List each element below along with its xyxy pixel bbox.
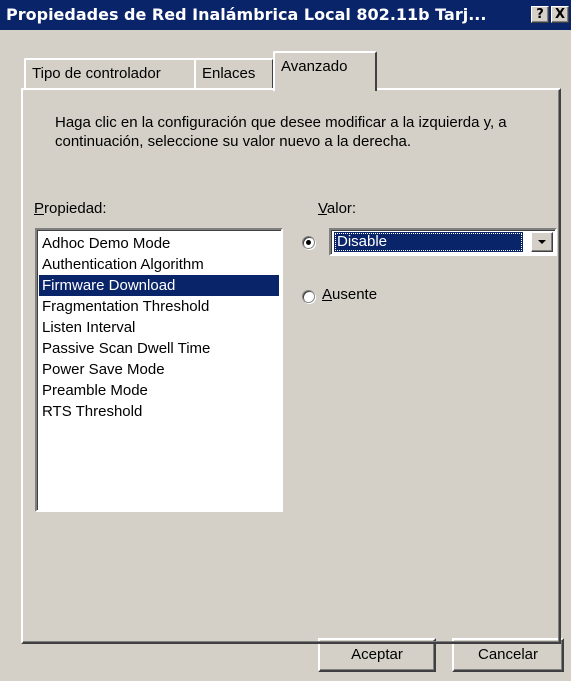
list-item[interactable]: Listen Interval <box>39 317 279 338</box>
absent-radio-button[interactable] <box>302 290 315 303</box>
value-label: Valor: <box>318 200 357 217</box>
tab-avanzado[interactable]: Avanzado <box>273 51 377 91</box>
list-item[interactable]: Preamble Mode <box>39 380 279 401</box>
list-item[interactable]: Fragmentation Threshold <box>39 296 279 317</box>
close-button[interactable]: X <box>551 6 569 23</box>
list-item[interactable]: RTS Threshold <box>39 401 279 422</box>
absent-radio-label[interactable]: Ausente <box>322 286 377 303</box>
property-listbox[interactable]: Adhoc Demo Mode Authentication Algorithm… <box>35 228 283 512</box>
list-item[interactable]: Power Save Mode <box>39 359 279 380</box>
advanced-tab-panel: Haga clic en la configuración que desee … <box>21 88 561 644</box>
tab-enlaces[interactable]: Enlaces <box>194 58 274 88</box>
radio-selected-dot-icon <box>306 240 311 245</box>
value-dropdown[interactable]: Disable <box>329 228 557 256</box>
chevron-down-icon[interactable] <box>531 232 553 252</box>
value-radio-button[interactable] <box>302 236 315 249</box>
list-item[interactable]: Firmware Download <box>39 275 279 296</box>
list-item[interactable]: Passive Scan Dwell Time <box>39 338 279 359</box>
property-label: Propiedad: <box>34 200 107 217</box>
tab-tipo-de-controlador[interactable]: Tipo de controlador <box>24 58 196 88</box>
list-item[interactable]: Adhoc Demo Mode <box>39 233 279 254</box>
properties-dialog: Propiedades de Red Inalámbrica Local 802… <box>0 0 571 681</box>
list-item[interactable]: Authentication Algorithm <box>39 254 279 275</box>
help-button[interactable]: ? <box>531 6 549 23</box>
dropdown-selected-value: Disable <box>334 232 523 252</box>
window-title: Propiedades de Red Inalámbrica Local 802… <box>6 5 487 24</box>
instructions-text: Haga clic en la configuración que desee … <box>55 114 507 150</box>
title-bar[interactable]: Propiedades de Red Inalámbrica Local 802… <box>0 0 571 30</box>
